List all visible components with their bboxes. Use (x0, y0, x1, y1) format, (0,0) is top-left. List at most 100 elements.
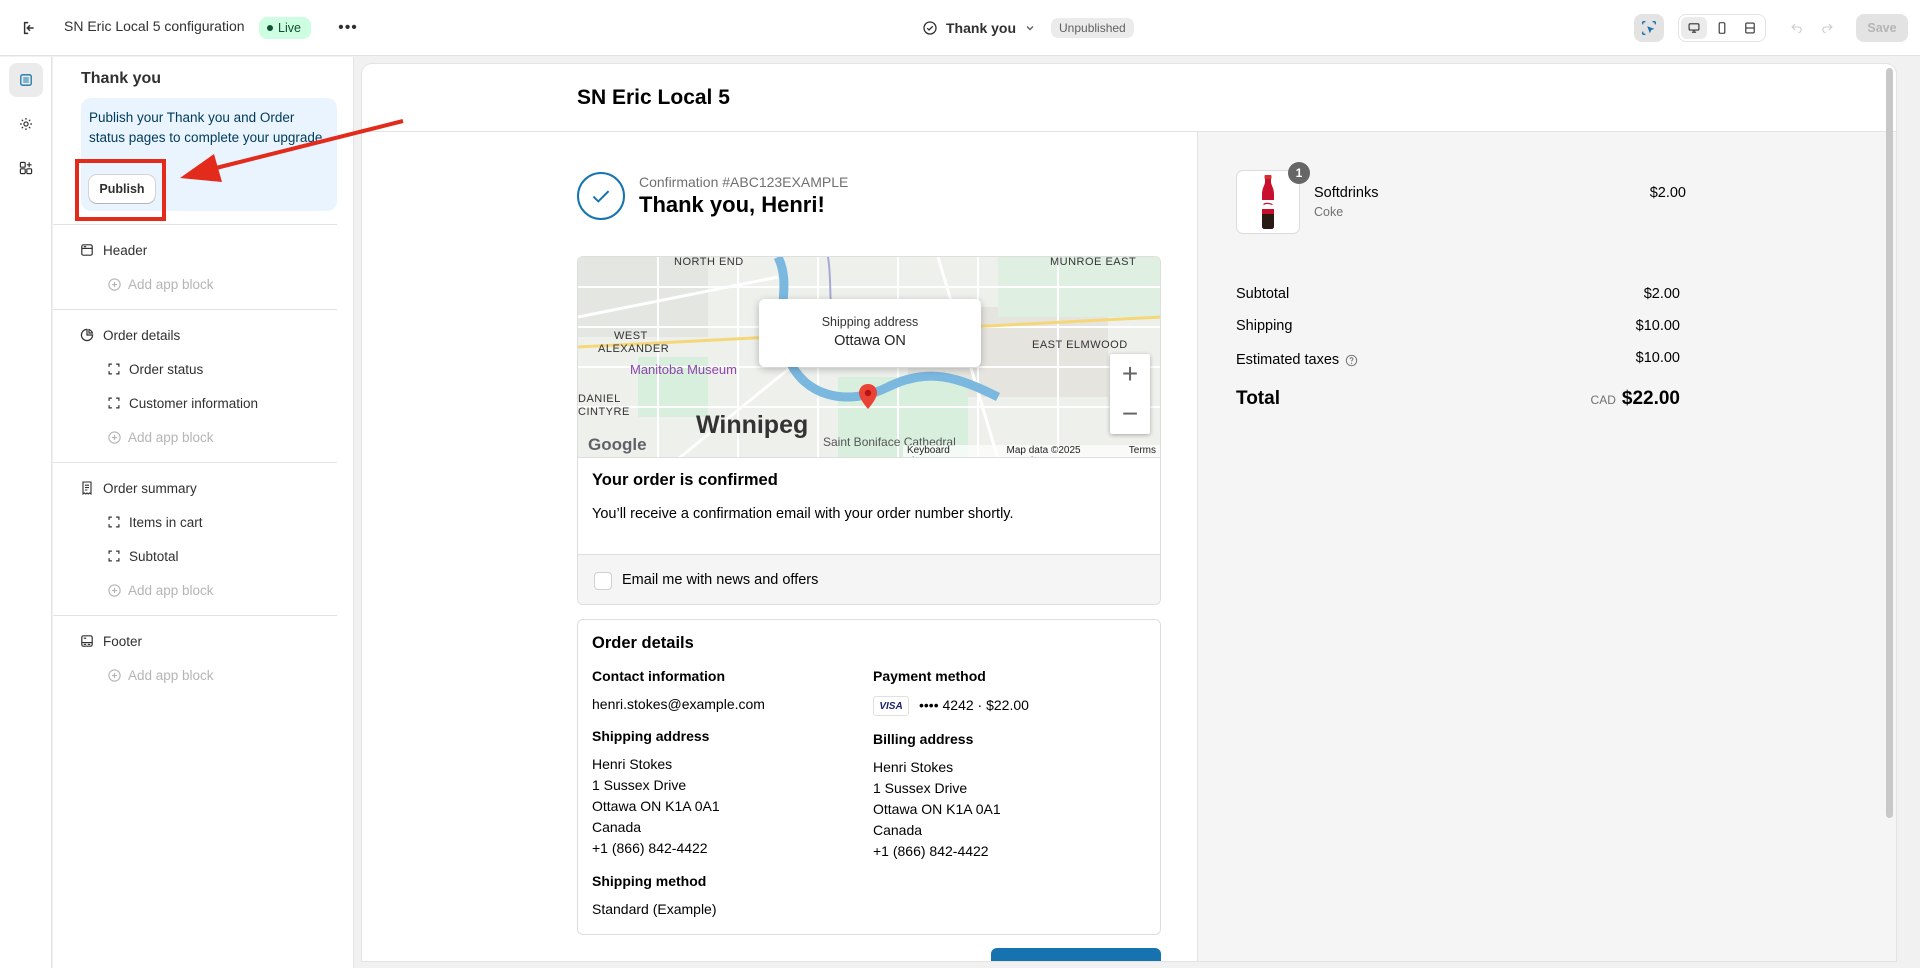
redo-icon[interactable] (1816, 16, 1838, 38)
add-app-block-label: Add app block (128, 429, 214, 445)
store-name: SN Eric Local 5 (577, 86, 730, 109)
thank-you-heading: Thank you, Henri! (639, 192, 825, 217)
taxes-value: $10.00 (1635, 350, 1680, 366)
exit-icon[interactable] (18, 16, 42, 40)
view-toggle (1678, 14, 1766, 42)
sidebar-section-label: Order summary (103, 480, 197, 496)
shipping-map[interactable]: NORTH END MUNROE EAST WEST ALEXANDER EAS… (577, 256, 1161, 458)
continue-shopping-button[interactable] (991, 948, 1161, 961)
order-details-pie-icon (80, 328, 94, 342)
payment-method-label: Payment method (873, 668, 986, 684)
plus-circle-icon (108, 277, 121, 291)
visa-card-icon: VISA (873, 696, 909, 717)
marketing-optin-checkbox[interactable] (594, 572, 612, 590)
save-button[interactable]: Save (1856, 14, 1908, 42)
marketing-optin-row: Email me with news and offers (578, 554, 1160, 604)
chevron-down-icon (1026, 26, 1034, 31)
order-details-heading: Order details (592, 634, 694, 652)
map-label-west: WEST (614, 330, 648, 342)
add-app-block-button[interactable]: Add app block (107, 579, 214, 601)
inspector-button[interactable] (1634, 14, 1664, 42)
billing-address: Henri Stokes 1 Sussex Drive Ottawa ON K1… (873, 757, 1001, 862)
sidebar-section-footer[interactable]: Footer (79, 630, 142, 652)
add-app-block-label: Add app block (128, 582, 214, 598)
currency-code: CAD (1590, 393, 1616, 407)
shipping-value: $10.00 (1635, 318, 1680, 334)
sidebar-section-label: Header (103, 242, 148, 258)
sidebar-item-order-status[interactable]: Order status (107, 358, 203, 380)
order-confirmed-text: You’ll receive a confirmation email with… (592, 506, 1014, 522)
add-app-block-button[interactable]: Add app block (107, 664, 214, 686)
item-name: Softdrinks (1314, 185, 1379, 201)
sidebar-item-customer-information[interactable]: Customer information (107, 392, 258, 414)
map-zoom-control: + − (1110, 354, 1150, 434)
sidebar-title: Thank you (81, 70, 162, 87)
footer-layout-icon (81, 635, 93, 647)
taxes-label-group: Estimated taxes (1236, 350, 1358, 370)
sidebar-section-order-details[interactable]: Order details (79, 324, 180, 346)
settings-gear-icon[interactable] (9, 107, 43, 141)
map-label-alexander: ALEXANDER (598, 343, 670, 355)
mobile-view-icon[interactable] (1709, 17, 1735, 39)
address-line: Ottawa ON K1A 0A1 (592, 798, 720, 814)
sidebar-item-label: Customer information (129, 395, 259, 411)
billing-address-label: Billing address (873, 731, 974, 747)
fullscreen-view-icon[interactable] (1737, 17, 1763, 39)
address-line: Canada (873, 822, 923, 838)
more-actions-button[interactable]: ••• (336, 16, 360, 40)
shipping-row: Shipping $10.00 (1236, 318, 1680, 338)
receipt-icon (82, 481, 92, 496)
payment-method-value: •••• 4242 · $22.00 (919, 697, 1029, 713)
taxes-label: Estimated taxes (1236, 352, 1340, 368)
sections-icon[interactable] (9, 63, 43, 97)
shipping-label: Shipping (1236, 318, 1293, 334)
divider (53, 224, 337, 225)
item-variant: Coke (1314, 205, 1344, 219)
divider (53, 615, 337, 616)
total-row: Total CAD $22.00 (1236, 388, 1680, 410)
undo-icon[interactable] (1786, 16, 1808, 38)
order-confirmed-box: Your order is confirmed You’ll receive a… (577, 457, 1161, 605)
left-rail (0, 57, 52, 968)
map-label-daniel: DANIEL (578, 393, 621, 405)
sidebar-item-subtotal[interactable]: Subtotal (107, 545, 179, 567)
map-label-east-elmwood: EAST ELMWOOD (1032, 339, 1128, 351)
page-selector[interactable]: Thank you (922, 16, 1036, 40)
block-frame-icon (108, 363, 120, 375)
address-line: Henri Stokes (592, 756, 673, 772)
apps-icon[interactable] (9, 151, 43, 185)
shipping-address: Henri Stokes 1 Sussex Drive Ottawa ON K1… (592, 754, 720, 859)
total-value: $22.00 (1621, 388, 1680, 409)
address-line: +1 (866) 842-4422 (592, 840, 708, 856)
subtotal-label: Subtotal (1236, 286, 1290, 302)
divider (53, 309, 337, 310)
live-dot-icon (267, 25, 273, 31)
sidebar-section-label: Order details (103, 327, 181, 343)
taxes-row: Estimated taxes $10.00 (1236, 350, 1680, 370)
coke-bottle-icon (1262, 175, 1274, 229)
address-line: 1 Sussex Drive (873, 780, 968, 796)
desktop-view-icon[interactable] (1681, 17, 1707, 39)
zoom-out-icon[interactable]: − (1110, 394, 1150, 434)
sidebar-item-items-in-cart[interactable]: Items in cart (107, 511, 203, 533)
map-label-manitoba-museum: Manitoba Museum (630, 362, 737, 377)
question-circle-icon[interactable] (1345, 354, 1358, 367)
add-app-block-label: Add app block (128, 276, 214, 292)
confirmation-check-icon (577, 172, 625, 220)
add-app-block-button[interactable]: Add app block (107, 426, 214, 448)
address-line: Ottawa ON K1A 0A1 (873, 801, 1001, 817)
sidebar-section-order-summary[interactable]: Order summary (79, 477, 197, 499)
total-label: Total (1236, 388, 1280, 409)
address-line: Henri Stokes (873, 759, 954, 775)
block-frame-icon (108, 516, 120, 528)
preview-scrollbar[interactable] (1886, 68, 1893, 818)
map-popup: Shipping address Ottawa ON (759, 299, 981, 367)
map-city-label: Winnipeg (696, 411, 809, 439)
total-amount: CAD $22.00 (1591, 388, 1680, 410)
zoom-in-icon[interactable]: + (1110, 354, 1150, 394)
subtotal-row: Subtotal $2.00 (1236, 286, 1680, 306)
order-details-box: Order details Contact information henri.… (577, 619, 1161, 935)
sidebar-section-header[interactable]: Header (79, 239, 147, 261)
shipping-method-label: Shipping method (592, 873, 707, 889)
add-app-block-button[interactable]: Add app block (107, 273, 214, 295)
